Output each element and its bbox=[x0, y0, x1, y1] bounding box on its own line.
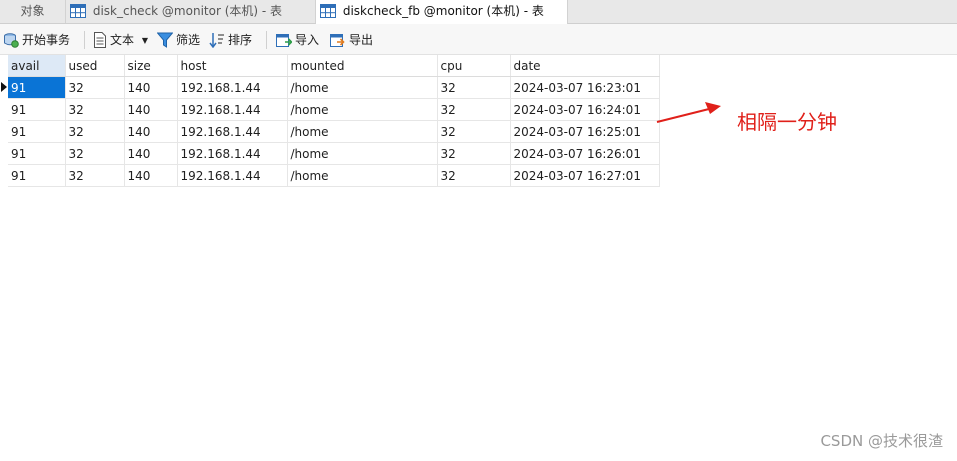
begin-transaction-button[interactable]: 开始事务 bbox=[3, 31, 70, 49]
begin-transaction-label: 开始事务 bbox=[22, 33, 71, 47]
sort-button[interactable]: 排序 bbox=[209, 31, 252, 49]
table-cell[interactable]: 32 bbox=[437, 164, 511, 187]
table-cell[interactable]: 32 bbox=[65, 164, 125, 187]
current-row-indicator bbox=[1, 82, 7, 92]
toolbar: 开始事务 文本 ▼ 筛选 排序 导入 导出 bbox=[0, 24, 957, 55]
table-cell[interactable]: 140 bbox=[124, 120, 178, 143]
column-header-size[interactable]: size bbox=[124, 55, 178, 77]
table-cell[interactable]: 32 bbox=[437, 120, 511, 143]
table-row[interactable]: 91 32 140 192.168.1.44 /home 32 2024-03-… bbox=[8, 76, 660, 99]
import-icon bbox=[276, 34, 293, 47]
table-cell[interactable]: /home bbox=[287, 98, 438, 121]
sort-icon bbox=[209, 33, 224, 49]
table-icon bbox=[320, 3, 336, 26]
text-document-icon bbox=[94, 32, 106, 48]
table-cell[interactable]: 91 bbox=[8, 120, 66, 143]
toolbar-separator bbox=[266, 31, 267, 49]
filter-icon bbox=[156, 32, 174, 48]
export-icon bbox=[330, 34, 345, 47]
table-row[interactable]: 91 32 140 192.168.1.44 /home 32 2024-03-… bbox=[8, 98, 660, 121]
sort-label: 排序 bbox=[228, 33, 253, 47]
table-row[interactable]: 91 32 140 192.168.1.44 /home 32 2024-03-… bbox=[8, 120, 660, 143]
toolbar-separator bbox=[84, 31, 85, 49]
column-header-used[interactable]: used bbox=[65, 55, 125, 77]
tab-disk-check[interactable]: disk_check @monitor (本机) - 表 bbox=[66, 0, 316, 23]
table-cell[interactable]: 192.168.1.44 bbox=[177, 142, 288, 165]
column-header-cpu[interactable]: cpu bbox=[437, 55, 511, 77]
import-button[interactable]: 导入 bbox=[276, 31, 319, 49]
table-cell[interactable]: /home bbox=[287, 164, 438, 187]
table-cell[interactable]: 140 bbox=[124, 98, 178, 121]
table-cell[interactable]: 192.168.1.44 bbox=[177, 76, 288, 99]
tab-label: disk_check @monitor (本机) - 表 bbox=[92, 4, 283, 18]
grid-header-row: avail used size host mounted cpu date bbox=[8, 55, 660, 77]
import-label: 导入 bbox=[295, 33, 320, 47]
table-cell[interactable]: 91 bbox=[8, 142, 66, 165]
table-cell[interactable]: 32 bbox=[437, 76, 511, 99]
table-cell[interactable]: 140 bbox=[124, 142, 178, 165]
filter-label: 筛选 bbox=[176, 33, 201, 47]
filter-button[interactable]: 筛选 bbox=[156, 31, 201, 49]
column-header-avail[interactable]: avail bbox=[8, 55, 66, 77]
table-cell[interactable]: 192.168.1.44 bbox=[177, 98, 288, 121]
table-cell[interactable]: 192.168.1.44 bbox=[177, 120, 288, 143]
tab-diskcheck-fb[interactable]: diskcheck_fb @monitor (本机) - 表 bbox=[316, 0, 568, 24]
table-row[interactable]: 91 32 140 192.168.1.44 /home 32 2024-03-… bbox=[8, 164, 660, 187]
watermark: CSDN @技术很渣 bbox=[820, 432, 943, 450]
table-row[interactable]: 91 32 140 192.168.1.44 /home 32 2024-03-… bbox=[8, 142, 660, 165]
text-label: 文本 bbox=[110, 33, 135, 47]
transaction-icon bbox=[4, 33, 19, 48]
table-cell[interactable]: 140 bbox=[124, 76, 178, 99]
table-cell[interactable]: 2024-03-07 16:24:01 bbox=[510, 98, 660, 121]
table-cell[interactable]: 32 bbox=[65, 142, 125, 165]
table-icon bbox=[70, 3, 86, 26]
table-cell[interactable]: 91 bbox=[8, 164, 66, 187]
table-cell[interactable]: 91 bbox=[8, 76, 66, 99]
table-cell[interactable]: 140 bbox=[124, 164, 178, 187]
table-cell[interactable]: 32 bbox=[437, 142, 511, 165]
chevron-down-icon: ▼ bbox=[141, 36, 148, 45]
table-cell[interactable]: 32 bbox=[437, 98, 511, 121]
tab-objects[interactable]: 对象 bbox=[0, 0, 66, 23]
table-cell[interactable]: /home bbox=[287, 120, 438, 143]
table-cell[interactable]: 2024-03-07 16:25:01 bbox=[510, 120, 660, 143]
table-cell[interactable]: 32 bbox=[65, 120, 125, 143]
tab-bar: 对象 disk_check @monitor (本机) - 表 diskchec… bbox=[0, 0, 957, 24]
table-cell[interactable]: /home bbox=[287, 76, 438, 99]
table-cell[interactable]: 2024-03-07 16:23:01 bbox=[510, 76, 660, 99]
column-header-date[interactable]: date bbox=[510, 55, 660, 77]
table-cell[interactable]: /home bbox=[287, 142, 438, 165]
column-header-mounted[interactable]: mounted bbox=[287, 55, 438, 77]
table-cell[interactable]: 192.168.1.44 bbox=[177, 164, 288, 187]
tab-label: 对象 bbox=[20, 4, 45, 18]
text-button[interactable]: 文本 ▼ bbox=[93, 31, 148, 49]
table-cell[interactable]: 32 bbox=[65, 98, 125, 121]
tab-label: diskcheck_fb @monitor (本机) - 表 bbox=[342, 4, 544, 18]
table-cell[interactable]: 91 bbox=[8, 98, 66, 121]
data-grid: avail used size host mounted cpu date 91… bbox=[8, 55, 660, 187]
table-cell[interactable]: 2024-03-07 16:27:01 bbox=[510, 164, 660, 187]
table-cell[interactable]: 2024-03-07 16:26:01 bbox=[510, 142, 660, 165]
annotation-arrow-icon bbox=[656, 102, 721, 123]
export-label: 导出 bbox=[349, 33, 374, 47]
annotation-text: 相隔一分钟 bbox=[737, 110, 837, 134]
column-header-host[interactable]: host bbox=[177, 55, 288, 77]
export-button[interactable]: 导出 bbox=[330, 31, 373, 49]
table-cell[interactable]: 32 bbox=[65, 76, 125, 99]
